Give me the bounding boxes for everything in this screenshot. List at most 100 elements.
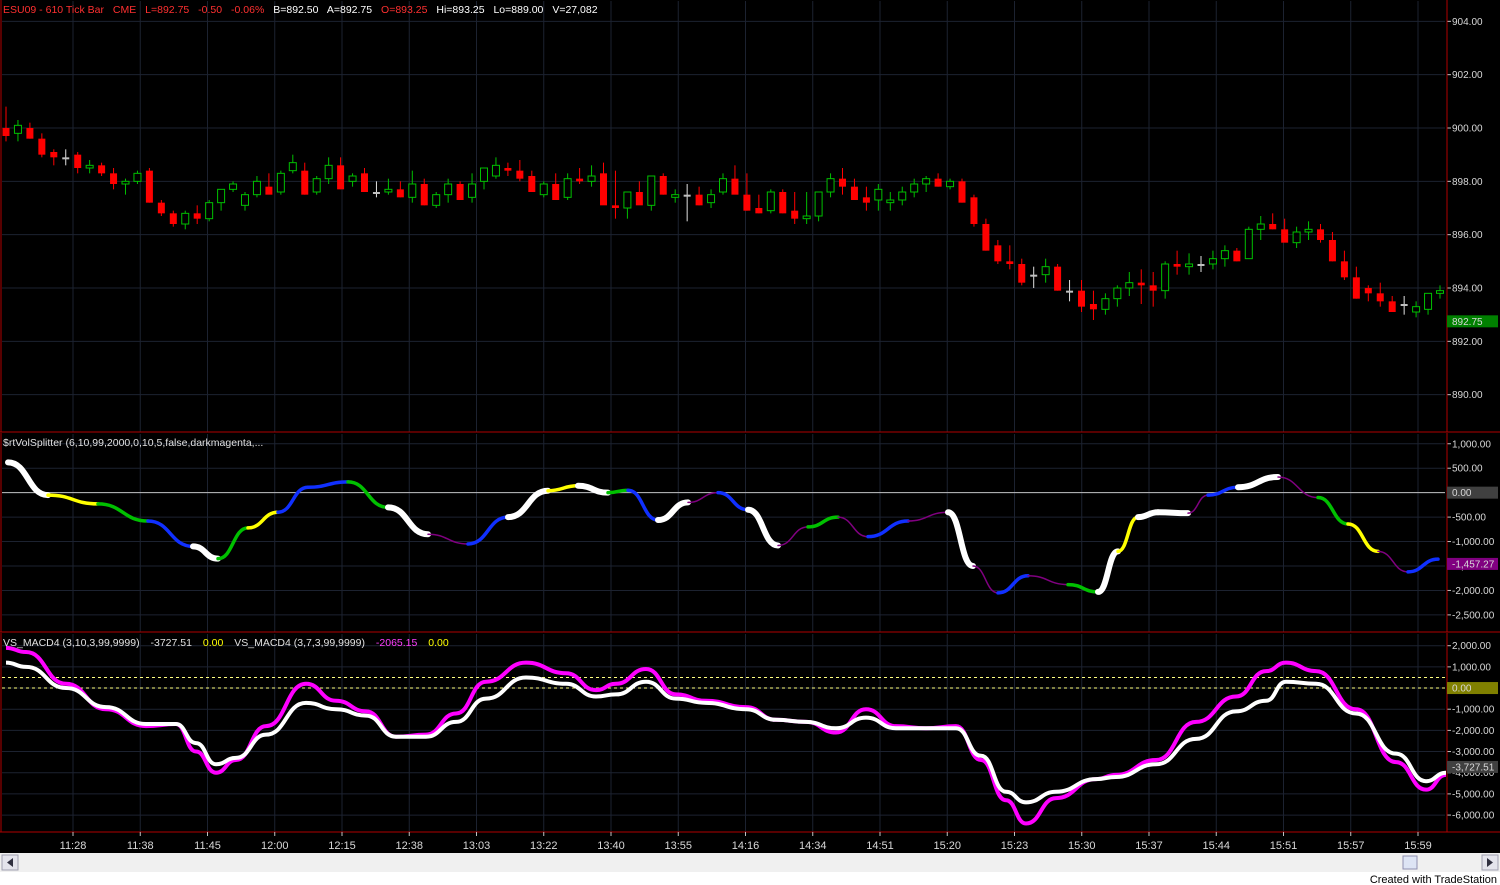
candle-body-down — [516, 170, 524, 179]
last-label: L=892.75 — [145, 4, 189, 16]
y-tick-label: -2,000.00 — [1452, 586, 1495, 597]
candle-body-up — [647, 175, 656, 206]
candle-body-down — [1388, 301, 1396, 312]
time-label: 15:30 — [1068, 840, 1096, 852]
candle-body-up — [288, 162, 297, 172]
scrollbar[interactable] — [0, 853, 1500, 872]
candle-body-down — [1137, 282, 1145, 286]
candle-body-up — [1256, 223, 1265, 230]
time-label: 12:00 — [261, 840, 289, 852]
candle-body-up — [1292, 231, 1301, 244]
candle-body-up — [1185, 263, 1194, 268]
candle-body-up — [587, 175, 596, 182]
candle-body-down — [110, 173, 118, 184]
candle-body-up — [384, 188, 393, 193]
candle-body-down — [839, 178, 846, 187]
candle-body-down — [1006, 261, 1014, 264]
candle-body-up — [1125, 282, 1134, 289]
candle-body-down — [1317, 229, 1324, 240]
candle-body-flat — [62, 157, 70, 160]
candle-body-up — [217, 188, 226, 204]
candle-body-down — [600, 173, 607, 206]
macd2-value: -2065.15 — [376, 637, 418, 649]
candle-body-up — [910, 183, 919, 193]
volume-label: V=27,082 — [552, 4, 597, 16]
macd-panel-header: VS_MACD4 (3,10,3,99,9999) -3727.51 0.00 … — [3, 637, 449, 649]
change-label: -0.50 — [198, 4, 222, 16]
low-label: Lo=889.00 — [493, 4, 543, 16]
candle-body-down — [420, 184, 428, 206]
time-label: 12:38 — [395, 840, 423, 852]
candle-body-down — [576, 178, 584, 182]
candle-body-up — [85, 164, 94, 169]
candle-body-down — [1340, 261, 1348, 278]
candle-body-up — [539, 183, 548, 196]
macd1-name: VS_MACD4 (3,10,3,99,9999) — [3, 637, 140, 649]
candle-body-down — [731, 178, 739, 195]
candle-body-up — [922, 178, 931, 185]
candle-body-down — [611, 205, 619, 208]
candle-body-down — [1078, 290, 1085, 307]
price-header: ESU09 - 610 Tick Bar CME L=892.75 -0.50 … — [3, 4, 598, 16]
time-label: 11:38 — [127, 840, 154, 852]
candle-body-flat — [1066, 290, 1074, 293]
candle-body-flat — [1400, 304, 1408, 306]
candle-body-down — [337, 165, 345, 190]
y-tick-label: 904.00 — [1452, 17, 1483, 28]
y-tick-label: 896.00 — [1452, 230, 1483, 241]
candle-body-down — [970, 197, 978, 224]
candle-body-down — [1054, 266, 1062, 291]
candle-body-up — [898, 191, 907, 201]
candle-body-up — [1244, 228, 1253, 260]
candle-body-down — [26, 128, 34, 139]
time-label: 12:15 — [328, 840, 356, 852]
candle-body-down — [98, 165, 106, 174]
vol-segment — [1155, 509, 1191, 517]
time-label: 15:37 — [1135, 840, 1163, 852]
footer-credit: Created with TradeStation — [1370, 874, 1497, 885]
candle-body-up — [1113, 287, 1122, 300]
candle-body-down — [791, 210, 799, 219]
candle-body-up — [1220, 250, 1229, 260]
candle-body-down — [1018, 264, 1026, 283]
macd2-name: VS_MACD4 (3,7,3,99,9999) — [234, 637, 365, 649]
y-tick-label: -500.00 — [1452, 513, 1486, 524]
y-tick-label: -1,000.00 — [1452, 537, 1495, 548]
time-label: 15:51 — [1270, 840, 1298, 852]
exchange-label: CME — [113, 4, 136, 16]
candle-body-up — [1041, 266, 1050, 276]
candle-body-down — [265, 186, 273, 195]
macd1-value: -3727.51 — [151, 637, 193, 649]
candle-body-down — [1269, 224, 1277, 230]
y-tick-label: 890.00 — [1452, 390, 1483, 401]
candle-body-flat — [683, 194, 691, 197]
candle-body-up — [1101, 298, 1110, 310]
candle-body-down — [1173, 264, 1181, 267]
y-tick-label: -3,000.00 — [1452, 747, 1495, 758]
candle-body-down — [1149, 285, 1157, 291]
candle-body-up — [181, 212, 190, 225]
high-label: Hi=893.25 — [436, 4, 484, 16]
candle-body-up — [324, 164, 333, 180]
candle-body-flat — [1197, 264, 1205, 266]
time-label: 14:16 — [732, 840, 760, 852]
candle-body-down — [862, 197, 870, 203]
candle-body-down — [1233, 250, 1241, 262]
y-tick-label: -2,000.00 — [1452, 726, 1495, 737]
candle-body-up — [241, 194, 249, 206]
candle-body-down — [1376, 293, 1384, 302]
bid-label: B=892.50 — [273, 4, 318, 16]
time-label: 15:23 — [1001, 840, 1029, 852]
scroll-thumb[interactable] — [1402, 855, 1418, 870]
candle-body-down — [528, 176, 536, 192]
vol-zero-tag: 0.00 — [1452, 488, 1472, 499]
candle-body-down — [361, 173, 368, 192]
candle-body-up — [1412, 306, 1421, 313]
time-label: 14:51 — [866, 840, 894, 852]
y-tick-label: -2,500.00 — [1452, 610, 1495, 621]
vol-last-tag: -1,457.27 — [1452, 559, 1495, 570]
y-tick-label: 898.00 — [1452, 177, 1483, 188]
candle-body-down — [504, 168, 512, 171]
time-label: 13:40 — [597, 840, 625, 852]
y-tick-label: 500.00 — [1452, 464, 1483, 475]
